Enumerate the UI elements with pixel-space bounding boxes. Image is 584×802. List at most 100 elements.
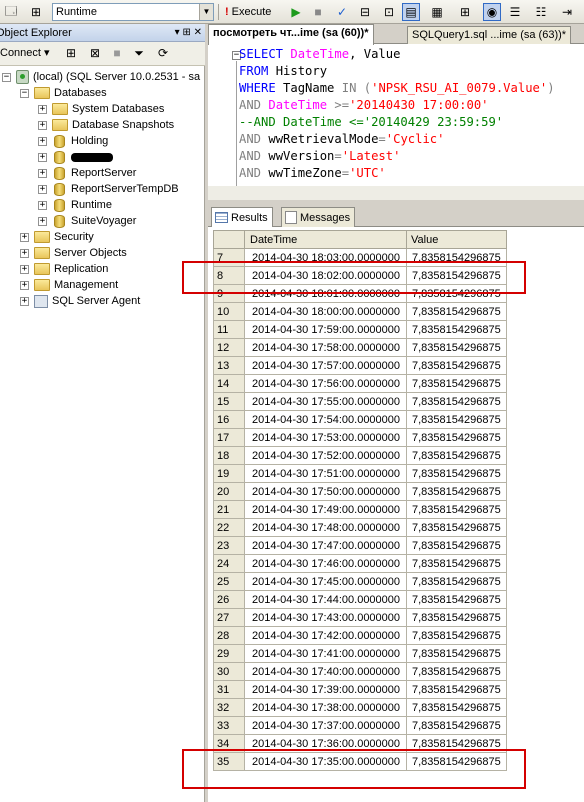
tree-item-sql-server-agent[interactable]: + SQL Server Agent (20, 293, 140, 309)
table-row[interactable]: 15 2014-04-30 17:55:00.0000000 7,835815429… (213, 392, 507, 411)
datetime-cell[interactable]: 2014-04-30 17:53:00.0000000 (244, 428, 407, 447)
stop-icon[interactable]: ■ (309, 3, 327, 21)
expand-icon[interactable]: + (38, 200, 47, 210)
value-cell[interactable]: 7,8358154296875 (406, 608, 507, 627)
value-cell[interactable]: 7,8358154296875 (406, 482, 507, 501)
row-number-cell[interactable]: 30 (213, 662, 245, 681)
row-number-cell[interactable]: 19 (213, 464, 245, 483)
panel-controls[interactable]: ▾ ⊞ ✕ (175, 24, 202, 42)
value-cell[interactable]: 7,8358154296875 (406, 518, 507, 537)
table-row[interactable]: 29 2014-04-30 17:41:00.0000000 7,835815429… (213, 644, 507, 663)
expand-icon[interactable]: + (20, 264, 29, 274)
object-explorer-icon[interactable]: 🗔 (2, 3, 20, 21)
collapse-icon[interactable]: − (20, 88, 29, 98)
value-cell[interactable]: 7,8358154296875 (406, 464, 507, 483)
datetime-cell[interactable]: 2014-04-30 17:40:00.0000000 (244, 662, 407, 681)
available-databases-combo[interactable]: Runtime ▼ (52, 3, 214, 21)
table-row[interactable]: 32 2014-04-30 17:38:00.0000000 7,835815429… (213, 698, 507, 717)
row-number-cell[interactable]: 27 (213, 608, 245, 627)
value-cell[interactable]: 7,8358154296875 (406, 302, 507, 321)
datetime-cell[interactable]: 2014-04-30 17:46:00.0000000 (244, 554, 407, 573)
editor-horizontal-scrollbar[interactable] (208, 186, 584, 200)
datetime-cell[interactable]: 2014-04-30 17:43:00.0000000 (244, 608, 407, 627)
row-number-cell[interactable]: 14 (213, 374, 245, 393)
expand-icon[interactable]: + (38, 216, 47, 226)
datetime-cell[interactable]: 2014-04-30 17:45:00.0000000 (244, 572, 407, 591)
table-row[interactable]: 21 2014-04-30 17:49:00.0000000 7,835815429… (213, 500, 507, 519)
table-row[interactable]: 28 2014-04-30 17:42:00.0000000 7,835815429… (213, 626, 507, 645)
row-number-cell[interactable]: 22 (213, 518, 245, 537)
row-number-cell[interactable]: 12 (213, 338, 245, 357)
tree-item-database-snapshots[interactable]: + Database Snapshots (38, 117, 174, 133)
parse-check-icon[interactable]: ✓ (333, 3, 351, 21)
table-row[interactable]: 16 2014-04-30 17:54:00.0000000 7,835815429… (213, 410, 507, 429)
datetime-cell[interactable]: 2014-04-30 17:57:00.0000000 (244, 356, 407, 375)
value-cell[interactable]: 7,8358154296875 (406, 554, 507, 573)
row-number-cell[interactable]: 13 (213, 356, 245, 375)
execute-button[interactable]: ! Execute (222, 3, 274, 21)
tree-server-node[interactable]: − (local) (SQL Server 10.0.2531 - sa (2, 69, 200, 85)
datetime-cell[interactable]: 2014-04-30 17:44:00.0000000 (244, 590, 407, 609)
connect-object-icon[interactable]: ⊞ (62, 44, 80, 62)
tree-item-replication[interactable]: + Replication (20, 261, 108, 277)
datetime-cell[interactable]: 2014-04-30 17:39:00.0000000 (244, 680, 407, 699)
expand-icon[interactable]: + (20, 248, 29, 258)
datetime-cell[interactable]: 2014-04-30 17:37:00.0000000 (244, 716, 407, 735)
datetime-cell[interactable]: 2014-04-30 17:59:00.0000000 (244, 320, 407, 339)
tab-query-active[interactable]: посмотреть чт...ime (sa (60))* (208, 24, 374, 45)
table-row[interactable]: 26 2014-04-30 17:44:00.0000000 7,835815429… (213, 590, 507, 609)
expand-icon[interactable]: + (38, 184, 47, 194)
tab-results[interactable]: Results (211, 207, 273, 227)
row-number-cell[interactable]: 29 (213, 644, 245, 663)
client-statistics-icon[interactable]: ◉ (483, 3, 501, 21)
comment-icon[interactable]: ☰ (506, 3, 524, 21)
value-cell[interactable]: 7,8358154296875 (406, 626, 507, 645)
datetime-cell[interactable]: 2014-04-30 17:47:00.0000000 (244, 536, 407, 555)
datetime-cell[interactable]: 2014-04-30 17:49:00.0000000 (244, 500, 407, 519)
query-editor[interactable]: − SELECT DateTime, Value FROM History WH… (208, 44, 584, 200)
expand-icon[interactable]: + (38, 152, 47, 162)
row-number-cell[interactable]: 28 (213, 626, 245, 645)
row-number-cell[interactable]: 20 (213, 482, 245, 501)
expand-icon[interactable]: + (20, 280, 29, 290)
query-options-icon[interactable]: ⊡ (380, 3, 398, 21)
tree-item-holding[interactable]: + Holding (38, 133, 108, 149)
column-header-value[interactable]: Value (406, 230, 507, 249)
value-cell[interactable]: 7,8358154296875 (406, 500, 507, 519)
results-to-grid-icon[interactable]: ▤ (402, 3, 420, 21)
datetime-cell[interactable]: 2014-04-30 17:50:00.0000000 (244, 482, 407, 501)
value-cell[interactable]: 7,8358154296875 (406, 320, 507, 339)
expand-icon[interactable]: + (20, 296, 29, 306)
chevron-down-icon[interactable]: ▼ (199, 4, 213, 20)
datetime-cell[interactable]: 2014-04-30 17:54:00.0000000 (244, 410, 407, 429)
row-number-cell[interactable]: 24 (213, 554, 245, 573)
table-row[interactable]: 19 2014-04-30 17:51:00.0000000 7,835815429… (213, 464, 507, 483)
tree-item-server-objects[interactable]: + Server Objects (20, 245, 127, 261)
filter-icon[interactable]: ⏷ (130, 44, 148, 62)
value-cell[interactable]: 7,8358154296875 (406, 662, 507, 681)
tree-item-management[interactable]: + Management (20, 277, 118, 293)
value-cell[interactable]: 7,8358154296875 (406, 536, 507, 555)
tab-sqlquery1[interactable]: SQLQuery1.sql ...ime (sa (63))* (407, 26, 572, 44)
collapse-icon[interactable]: − (2, 72, 11, 82)
disconnect-icon[interactable]: ⊠ (86, 44, 104, 62)
include-plan-icon[interactable]: ⊞ (456, 3, 474, 21)
database-connect-icon[interactable]: ⊞ (27, 3, 45, 21)
table-row[interactable]: 22 2014-04-30 17:48:00.0000000 7,835815429… (213, 518, 507, 537)
table-row[interactable]: 23 2014-04-30 17:47:00.0000000 7,835815429… (213, 536, 507, 555)
row-number-cell[interactable]: 33 (213, 716, 245, 735)
table-row[interactable]: 33 2014-04-30 17:37:00.0000000 7,835815429… (213, 716, 507, 735)
expand-icon[interactable]: + (38, 136, 47, 146)
value-cell[interactable]: 7,8358154296875 (406, 428, 507, 447)
table-row[interactable]: 11 2014-04-30 17:59:00.0000000 7,835815429… (213, 320, 507, 339)
value-cell[interactable]: 7,8358154296875 (406, 698, 507, 717)
table-row[interactable]: 25 2014-04-30 17:45:00.0000000 7,835815429… (213, 572, 507, 591)
row-number-cell[interactable]: 17 (213, 428, 245, 447)
value-cell[interactable]: 7,8358154296875 (406, 356, 507, 375)
tree-item-system-databases[interactable]: + System Databases (38, 101, 164, 117)
row-number-cell[interactable]: 15 (213, 392, 245, 411)
table-row[interactable]: 18 2014-04-30 17:52:00.0000000 7,835815429… (213, 446, 507, 465)
value-cell[interactable]: 7,8358154296875 (406, 644, 507, 663)
table-row[interactable]: 17 2014-04-30 17:53:00.0000000 7,835815429… (213, 428, 507, 447)
value-cell[interactable]: 7,8358154296875 (406, 446, 507, 465)
